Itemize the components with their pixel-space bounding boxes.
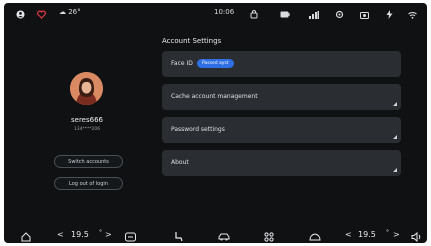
left-temperature: 19.5 [71, 230, 89, 239]
fan-icon[interactable] [125, 231, 136, 242]
switch-accounts-button[interactable]: Switch accounts [54, 155, 123, 168]
settings-item-label: About [171, 159, 189, 166]
signal-icon [309, 9, 319, 20]
corner-arrow-icon [393, 102, 397, 106]
dock: < 19.5 ° > < 19.5 ° > [4, 227, 427, 243]
right-temp-increase[interactable]: > [393, 230, 400, 239]
car-icon[interactable] [218, 231, 230, 242]
left-degree: ° [99, 229, 102, 236]
clock: 10:06 [214, 8, 235, 16]
settings-item-face-id[interactable]: Face ID Passed ayst [162, 51, 401, 77]
owner-icon[interactable] [16, 9, 25, 20]
corner-arrow-icon [393, 168, 397, 172]
right-degree: ° [386, 229, 389, 236]
weather-temperature: ☁ 26° [59, 8, 81, 16]
status-bar: ☁ 26° 10:06 [4, 3, 427, 25]
right-temperature: 19.5 [358, 230, 376, 239]
settings-item-label: Cache account management [171, 93, 258, 100]
avatar[interactable] [70, 72, 103, 105]
page-title: Account Settings [162, 37, 222, 45]
defrost-icon[interactable] [309, 231, 321, 242]
corner-arrow-icon [393, 135, 397, 139]
settings-item-about[interactable]: About [162, 150, 401, 176]
battery-icon [280, 9, 290, 20]
left-temp-increase[interactable]: > [105, 230, 112, 239]
settings-item-label: Face ID [171, 60, 193, 67]
status-badge: Passed ayst [197, 59, 234, 68]
logout-button[interactable]: Log out of login [54, 177, 123, 190]
screen: ☁ 26° 10:06 seres666 134****206 Switch a… [4, 3, 427, 243]
left-temp-decrease[interactable]: < [57, 230, 64, 239]
bag-icon [250, 9, 258, 20]
seat-icon[interactable] [174, 231, 183, 242]
heart-icon[interactable] [37, 9, 46, 20]
settings-item-password[interactable]: Password settings [162, 117, 401, 143]
apps-icon[interactable] [264, 231, 274, 242]
home-icon[interactable] [21, 231, 31, 242]
wifi-icon [408, 9, 417, 20]
username: seres666 [71, 116, 103, 124]
flash-icon[interactable] [385, 9, 393, 20]
settings-icon[interactable] [335, 9, 344, 20]
settings-item-label: Password settings [171, 126, 225, 133]
right-temp-decrease[interactable]: < [345, 230, 352, 239]
settings-item-cache-account[interactable]: Cache account management [162, 84, 401, 110]
user-id: 134****206 [73, 127, 101, 132]
volume-icon[interactable] [411, 231, 422, 242]
camera-icon[interactable] [360, 9, 369, 20]
